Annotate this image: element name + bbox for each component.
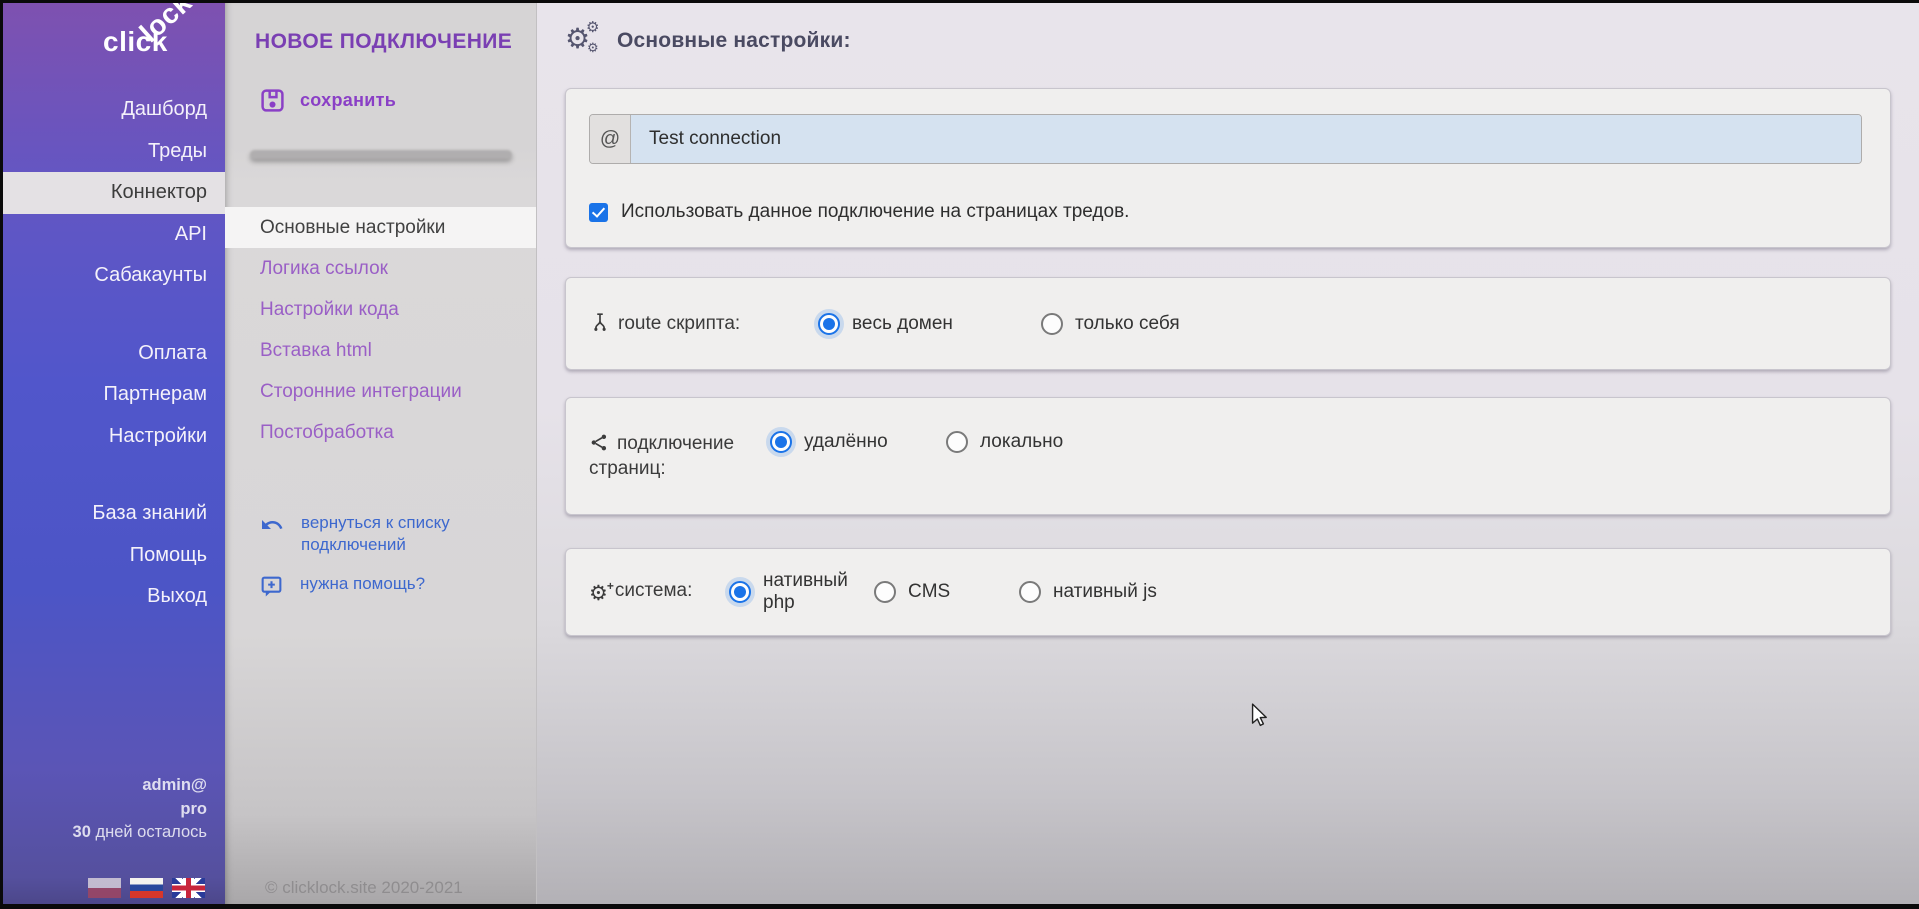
sidebar-item-knowledge-base[interactable]: База знаний	[3, 493, 225, 535]
panel-title: НОВОЕ ПОДКЛЮЧЕНИЕ	[255, 30, 512, 54]
menu-item-third-party[interactable]: Сторонние интеграции	[225, 371, 536, 412]
use-on-threads-checkbox[interactable]: Использовать данное подключение на стран…	[589, 201, 1129, 223]
radio-option[interactable]: только себя	[1041, 313, 1264, 335]
save-button-label: сохранить	[300, 90, 396, 111]
radio-option[interactable]: нативный js	[1019, 581, 1164, 603]
group-label: подключение страниц:	[589, 431, 770, 481]
app-logo: click lock	[3, 3, 225, 83]
group-label-text: система:	[615, 580, 693, 601]
radio-icon[interactable]	[946, 431, 968, 453]
radio-icon[interactable]	[874, 581, 896, 603]
sidebar-item-partners[interactable]: Партнерам	[3, 374, 225, 416]
undo-icon	[259, 513, 285, 537]
menu-item-html-insert[interactable]: Вставка html	[225, 330, 536, 371]
connection-name-field[interactable]: @ Test connection	[589, 114, 1862, 164]
menu-item-link-logic[interactable]: Логика ссылок	[225, 248, 536, 289]
connection-panel: НОВОЕ ПОДКЛЮЧЕНИЕ сохранить Основные нас…	[225, 3, 537, 904]
radio-label: только себя	[1075, 313, 1180, 335]
checkbox-label: Использовать данное подключение на стран…	[621, 201, 1129, 223]
back-to-list-link[interactable]: вернуться к списку подключений	[259, 512, 509, 556]
section-heading: Основные настройки:	[617, 29, 851, 53]
route-icon	[589, 311, 611, 333]
radio-label: нативный js	[1053, 581, 1157, 603]
app-window: click lock ДашбордТредыКоннекторAPIСабак…	[0, 0, 1919, 909]
need-help-link[interactable]: нужна помощь?	[259, 573, 509, 599]
settings-card: route скрипта: весь домен только себя	[565, 277, 1891, 370]
poland-flag-icon[interactable]	[88, 878, 121, 898]
group-label-text: подключение страниц:	[589, 433, 734, 479]
back-to-list-label: вернуться к списку подключений	[301, 512, 469, 556]
radio-icon[interactable]	[770, 431, 792, 453]
panel-links: вернуться к списку подключений нужна пом…	[259, 512, 509, 616]
radio-option[interactable]: весь домен	[818, 313, 1041, 335]
menu-item-postprocessing[interactable]: Постобработка	[225, 412, 536, 453]
sidebar-item-help[interactable]: Помощь	[3, 535, 225, 577]
group-label: route скрипта:	[589, 311, 818, 336]
uk-flag-icon[interactable]	[172, 878, 205, 898]
sidebar-item-logout[interactable]: Выход	[3, 576, 225, 618]
letterbox-left	[0, 0, 3, 909]
account-info: admin@ pro 30 дней осталось	[3, 774, 225, 845]
account-email: admin@	[3, 774, 207, 798]
settings-row: подключение страниц: удалённо локально	[566, 398, 1890, 514]
sidebar-nav: ДашбордТредыКоннекторAPIСабакаунты Оплата…	[3, 89, 225, 618]
account-days-remaining: 30 дней осталось	[3, 821, 207, 845]
radio-option[interactable]: CMS	[874, 581, 1019, 603]
save-button[interactable]: сохранить	[259, 87, 396, 114]
radio-icon[interactable]	[818, 313, 840, 335]
divider	[250, 150, 512, 159]
menu-item-main-settings[interactable]: Основные настройки	[225, 207, 536, 248]
menu-item-code-settings[interactable]: Настройки кода	[225, 289, 536, 330]
sidebar-item-connector[interactable]: Коннектор	[3, 172, 225, 214]
connection-settings-menu: Основные настройкиЛогика ссылокНастройки…	[225, 207, 536, 453]
letterbox-bottom	[0, 904, 1919, 909]
section-header: ⚙⚙⚙ Основные настройки:	[565, 23, 851, 59]
sidebar: click lock ДашбордТредыКоннекторAPIСабак…	[3, 3, 225, 904]
connection-name-value[interactable]: Test connection	[631, 115, 1861, 163]
settings-row: ⚙+ система: нативный php CMS нативный js	[566, 549, 1890, 635]
group-label-text: route скрипта:	[618, 313, 740, 334]
checkbox-icon[interactable]	[589, 203, 608, 222]
share-icon	[589, 432, 610, 453]
sidebar-item-payment[interactable]: Оплата	[3, 333, 225, 375]
letterbox-top	[0, 0, 1919, 3]
floppy-disk-icon	[259, 87, 286, 114]
help-bubble-icon	[259, 574, 284, 599]
radio-label: удалённо	[804, 431, 888, 453]
sidebar-item-threads[interactable]: Треды	[3, 131, 225, 173]
radio-label: локально	[980, 431, 1063, 453]
sidebar-item-dashboard[interactable]: Дашборд	[3, 89, 225, 131]
radio-icon[interactable]	[729, 581, 751, 603]
russia-flag-icon[interactable]	[130, 878, 163, 898]
radio-icon[interactable]	[1041, 313, 1063, 335]
need-help-label: нужна помощь?	[300, 573, 468, 595]
radio-icon[interactable]	[1019, 581, 1041, 603]
language-switcher	[88, 878, 205, 898]
radio-label: CMS	[908, 581, 950, 603]
radio-option[interactable]: удалённо	[770, 431, 946, 453]
settings-row: route скрипта: весь домен только себя	[566, 278, 1890, 369]
radio-option[interactable]: локально	[946, 431, 1122, 453]
copyright: © clicklock.site 2020-2021	[265, 878, 463, 898]
main-content: ⚙⚙⚙ Основные настройки: @ Test connectio…	[537, 3, 1919, 904]
radio-label: весь домен	[852, 313, 953, 335]
at-prefix: @	[590, 115, 631, 163]
radio-option[interactable]: нативный php	[729, 570, 874, 614]
gear-plus-icon: ⚙+	[589, 581, 608, 606]
settings-card: подключение страниц: удалённо локально	[565, 397, 1891, 515]
connection-name-card: @ Test connection Использовать данное по…	[565, 88, 1891, 248]
sidebar-item-subaccounts[interactable]: Сабакаунты	[3, 255, 225, 297]
gears-icon: ⚙⚙⚙	[565, 23, 601, 59]
settings-card: ⚙+ система: нативный php CMS нативный js	[565, 548, 1891, 636]
sidebar-item-api[interactable]: API	[3, 214, 225, 256]
sidebar-item-settings[interactable]: Настройки	[3, 416, 225, 458]
account-plan: pro	[3, 798, 207, 822]
radio-label: нативный php	[763, 570, 874, 614]
group-label: ⚙+ система:	[589, 578, 729, 606]
